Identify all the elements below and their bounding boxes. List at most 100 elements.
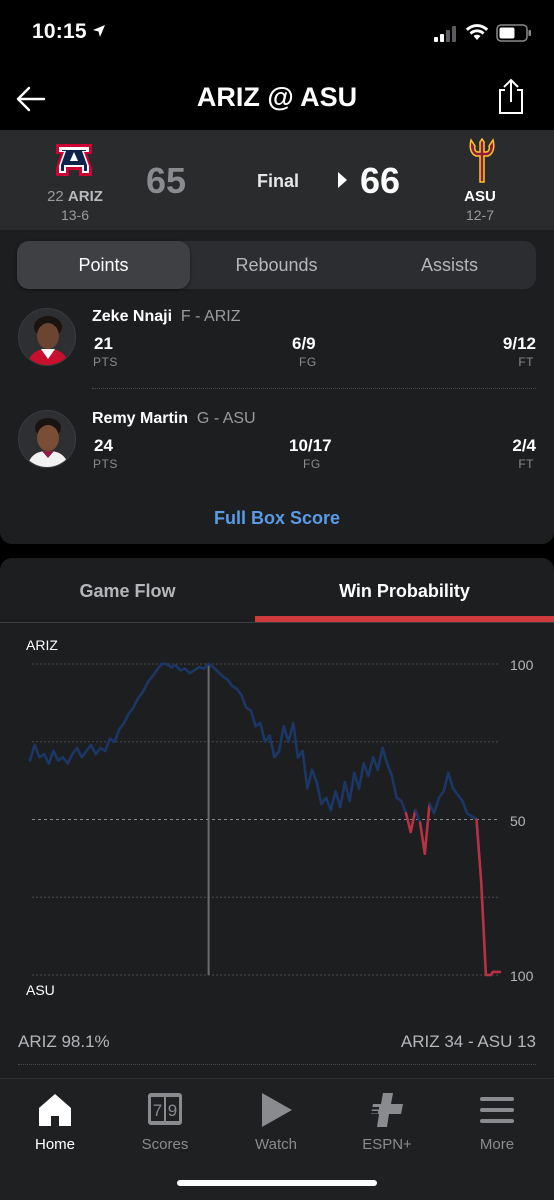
ariz-win-probability-segment (258, 721, 267, 744)
win-probability-chart[interactable] (0, 558, 554, 1028)
navigation-bar: ARIZ @ ASU (0, 68, 554, 130)
tab-rebounds[interactable]: Rebounds (190, 241, 363, 289)
stat-pts-value: 21 (94, 334, 113, 353)
play-icon (262, 1093, 292, 1127)
ariz-win-probability-segment (122, 712, 130, 725)
home-record: 12-7 (465, 207, 495, 223)
player-meta: G - ASU (196, 410, 256, 427)
ariz-win-probability-segment (381, 746, 389, 765)
win-probability-card: Game Flow Win Probability ARIZ ASU 100 5… (0, 558, 554, 1078)
ariz-win-probability-segment (66, 752, 74, 765)
player-avatar (18, 308, 76, 366)
player-name: Zeke Nnaji F - ARIZ (92, 308, 241, 325)
tab-bar-label: Watch (255, 1136, 297, 1153)
ariz-win-probability-segment (432, 796, 441, 815)
tab-bar-label: Scores (141, 1136, 189, 1153)
ariz-win-probability-segment (28, 743, 37, 762)
stat-ft-label: FT (518, 355, 534, 369)
tab-bar-label: ESPN+ (362, 1136, 412, 1153)
leader-row[interactable]: Remy Martin G - ASU 24 PTS 10/17 FG 2/4 … (0, 402, 554, 502)
ariz-win-probability-segment (315, 780, 323, 806)
pitchfork-logo-icon (469, 138, 495, 183)
ariz-win-probability-segment (103, 737, 112, 753)
ariz-win-probability-segment (338, 780, 347, 809)
cellular-signal-icon (434, 26, 456, 42)
stat-pts-label: PTS (93, 355, 118, 369)
tab-bar-espn-plus[interactable]: ESPN+ (332, 1087, 442, 1157)
ariz-win-probability-segment (291, 721, 300, 759)
ariz-win-probability-segment (376, 746, 384, 772)
winner-arrow-icon (338, 172, 347, 188)
tab-bar-scores[interactable]: 7 9 Scores (110, 1087, 220, 1157)
home-indicator (177, 1180, 377, 1186)
ariz-win-probability-segment (461, 799, 469, 815)
home-icon (39, 1094, 71, 1126)
row-divider (92, 388, 536, 389)
status-bar: 10:15 (0, 0, 554, 68)
tab-assists[interactable]: Assists (363, 241, 536, 289)
leader-category-tabs: Points Rebounds Assists (17, 241, 536, 289)
win-probability-summary: ARIZ 98.1% (18, 1032, 110, 1051)
player-name: Remy Martin G - ASU (92, 410, 256, 427)
away-record: 13-6 (60, 207, 90, 223)
game-status: Final (257, 171, 300, 191)
game-leaders-card: Points Rebounds Assists Zeke Nnaji F - A… (0, 230, 554, 544)
full-box-score-link[interactable]: Full Box Score (0, 508, 554, 529)
stat-ft-value: 9/12 (502, 334, 536, 353)
menu-icon (480, 1097, 514, 1123)
ariz-win-probability-segment (442, 771, 450, 793)
ariz-win-probability-segment (52, 749, 60, 762)
ariz-win-probability-segment (47, 749, 55, 765)
stat-fg-label: FG (299, 355, 317, 369)
asu-win-probability-segment (423, 802, 431, 856)
ariz-win-probability-segment (75, 746, 83, 759)
arizona-logo-icon (56, 144, 92, 176)
stat-fg-value: 6/9 (292, 334, 316, 353)
ariz-win-probability-segment (329, 790, 337, 812)
battery-icon (496, 24, 531, 42)
away-team-label: 22 ARIZ (30, 188, 120, 205)
ariz-win-probability-segment (310, 768, 319, 784)
asu-win-probability-segment (409, 808, 417, 834)
asu-win-probability-segment (475, 818, 483, 884)
share-icon[interactable] (494, 78, 528, 116)
status-time: 10:15 (32, 20, 87, 43)
leader-row[interactable]: Zeke Nnaji F - ARIZ 21 PTS 6/9 FG 9/12 F… (0, 300, 554, 400)
ariz-win-probability-segment (33, 743, 41, 759)
tab-bar-watch[interactable]: Watch (221, 1087, 331, 1157)
ariz-win-probability-segment (367, 756, 375, 778)
ariz-win-probability-segment (385, 762, 394, 778)
wifi-icon (465, 24, 489, 40)
scores-icon-digit: 7 (153, 1101, 162, 1120)
away-rank: 22 (47, 188, 64, 205)
player-headshot-icon (19, 309, 75, 365)
ariz-win-probability-segment (132, 696, 140, 709)
home-abbr: ASU (464, 188, 496, 205)
tab-points[interactable]: Points (17, 241, 190, 289)
page-title: ARIZ @ ASU (196, 82, 358, 112)
away-abbr: ARIZ (67, 188, 103, 205)
ariz-win-probability-segment (89, 743, 98, 756)
player-meta: F - ARIZ (180, 308, 241, 325)
ariz-win-probability-segment (414, 808, 422, 824)
location-arrow-icon (93, 25, 105, 37)
tab-bar-label: Home (34, 1136, 75, 1153)
ariz-win-probability-segment (357, 762, 366, 790)
stat-pts-value: 24 (94, 436, 113, 455)
scoreboard: 22 ARIZ 13-6 65 Final 66 ASU 12-7 (0, 130, 554, 230)
stat-pts-label: PTS (93, 457, 118, 471)
ariz-win-probability-segment (390, 774, 398, 800)
ariz-win-probability-segment (113, 728, 121, 744)
tab-bar-label: More (479, 1136, 515, 1153)
footer-divider (18, 1064, 536, 1065)
ariz-win-probability-segment (301, 749, 309, 790)
ariz-win-probability-segment (277, 724, 286, 753)
ariz-win-probability-segment (399, 799, 408, 815)
player-headshot-icon (19, 411, 75, 467)
ariz-win-probability-segment (268, 734, 276, 759)
tab-bar-more[interactable]: More (442, 1087, 552, 1157)
stat-ft-label: FT (518, 457, 534, 471)
stat-fg-label: FG (303, 457, 321, 471)
tab-bar-home[interactable]: Home (0, 1087, 110, 1157)
ariz-win-probability-segment (305, 768, 314, 790)
